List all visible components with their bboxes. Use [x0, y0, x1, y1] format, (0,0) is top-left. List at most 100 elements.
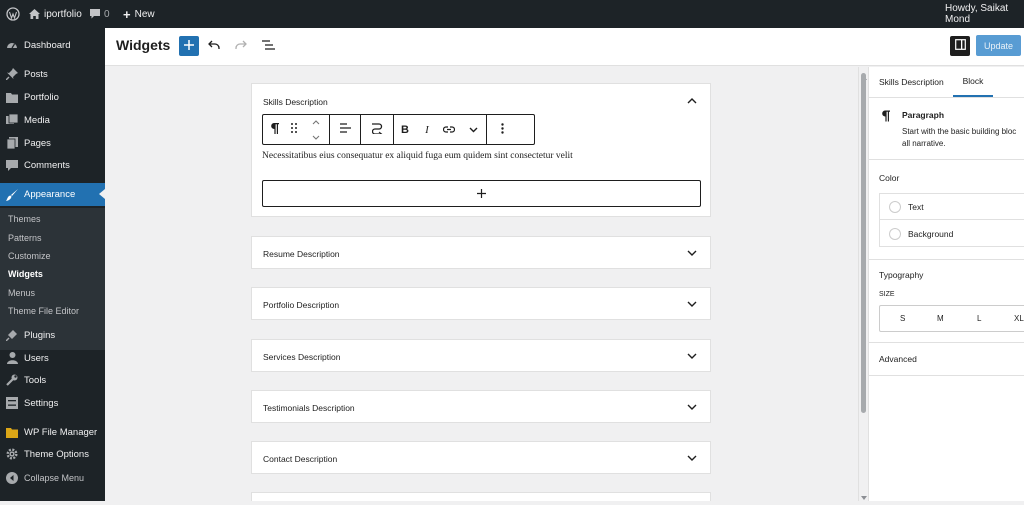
align-button[interactable]: [330, 115, 360, 144]
paragraph-block[interactable]: Necessitatibus eius consequatur ex aliqu…: [262, 151, 573, 161]
site-name-link[interactable]: iportfolio: [29, 0, 82, 28]
chevron-down-icon[interactable]: [686, 247, 698, 259]
comment-icon: [6, 159, 18, 171]
menu-theme-options[interactable]: Theme Options: [0, 443, 105, 465]
toolbar-group-align: [330, 115, 361, 144]
undo-button[interactable]: [206, 38, 222, 54]
widget-area-resume[interactable]: Resume Description: [251, 236, 711, 269]
submenu-patterns[interactable]: Patterns: [0, 229, 105, 247]
account-link[interactable]: Howdy, Saikat Mond: [945, 0, 1024, 28]
submenu-widgets[interactable]: Widgets: [0, 265, 105, 283]
chevron-down-icon[interactable]: [686, 452, 698, 464]
more-vertical-icon: [501, 122, 504, 137]
canvas-scrollbar[interactable]: [858, 67, 868, 501]
paragraph-block-button[interactable]: [263, 115, 285, 144]
drag-handle[interactable]: [285, 115, 303, 144]
admin-sidebar: Dashboard Posts Portfolio Media Pages Co…: [0, 28, 105, 501]
move-block-buttons[interactable]: [303, 115, 329, 144]
menu-portfolio[interactable]: Portfolio: [0, 86, 105, 108]
menu-users[interactable]: Users: [0, 347, 105, 369]
chevron-down-icon[interactable]: [312, 131, 320, 143]
list-view-button[interactable]: [260, 38, 276, 54]
size-option-l[interactable]: L: [977, 306, 981, 331]
block-toolbar: B I: [262, 114, 535, 145]
menu-wp-file-manager[interactable]: WP File Manager: [0, 421, 105, 443]
widget-area-contact[interactable]: Contact Description: [251, 441, 711, 474]
plus-icon: [184, 37, 194, 55]
menu-comments[interactable]: Comments: [0, 154, 105, 176]
sidebar-icon: [954, 37, 966, 55]
menu-label: Tools: [24, 374, 47, 386]
widget-area-testimonials[interactable]: Testimonials Description: [251, 390, 711, 423]
menu-label: Settings: [24, 397, 59, 409]
transform-button[interactable]: [361, 115, 393, 144]
submenu-themes[interactable]: Themes: [0, 210, 105, 228]
tab-block[interactable]: Block: [953, 67, 993, 97]
color-option-background[interactable]: Background: [880, 221, 1024, 247]
menu-settings[interactable]: Settings: [0, 392, 105, 414]
menu-appearance[interactable]: Appearance: [0, 183, 105, 206]
more-formatting-button[interactable]: [460, 115, 486, 144]
menu-media[interactable]: Media: [0, 109, 105, 131]
size-option-m[interactable]: M: [937, 306, 944, 331]
toolbar-group-transform: [361, 115, 394, 144]
chevron-down-icon[interactable]: [686, 350, 698, 362]
new-label: New: [134, 8, 155, 20]
menu-posts[interactable]: Posts: [0, 63, 105, 85]
tab-widget-area[interactable]: Skills Description: [879, 67, 944, 97]
wordpress-logo-icon[interactable]: [6, 0, 20, 28]
color-option-text[interactable]: Text: [880, 194, 1024, 220]
bold-button[interactable]: B: [394, 115, 416, 144]
menu-label: Theme Options: [24, 448, 89, 460]
widget-area-title: Services Description: [263, 352, 341, 362]
redo-button[interactable]: [233, 38, 249, 54]
submenu-theme-file-editor[interactable]: Theme File Editor: [0, 302, 105, 320]
typography-section-title[interactable]: Typography: [879, 270, 923, 280]
page-title: Widgets: [116, 37, 171, 53]
settings-toggle-button[interactable]: [950, 36, 970, 56]
submenu-customize[interactable]: Customize: [0, 247, 105, 265]
color-section-title[interactable]: Color: [879, 173, 899, 183]
toolbar-group-options: [487, 115, 518, 144]
divider: [869, 259, 1024, 260]
menu-collapse[interactable]: Collapse Menu: [0, 467, 105, 489]
chevron-up-icon[interactable]: [312, 116, 320, 128]
widget-area-services[interactable]: Services Description: [251, 339, 711, 372]
drag-handle-icon: [291, 123, 297, 136]
chevron-down-icon[interactable]: [686, 401, 698, 413]
scroll-down-arrow-icon[interactable]: [861, 487, 867, 505]
size-option-xl[interactable]: XL: [1014, 306, 1024, 331]
menu-label: WP File Manager: [24, 426, 98, 438]
toolbar-group-format: B I: [394, 115, 487, 144]
paragraph-icon: [881, 109, 890, 127]
block-name: Paragraph: [902, 110, 945, 120]
menu-dashboard[interactable]: Dashboard: [0, 34, 105, 56]
comments-link[interactable]: 0: [90, 0, 110, 28]
link-button[interactable]: [438, 115, 460, 144]
color-swatch: [889, 200, 901, 213]
menu-label: Posts: [24, 68, 48, 80]
menu-plugins[interactable]: Plugins: [0, 324, 105, 346]
chevron-up-icon[interactable]: [686, 95, 698, 107]
widget-area-title: Testimonials Description: [263, 403, 355, 413]
new-content-link[interactable]: + New: [123, 0, 155, 28]
add-block-button[interactable]: [179, 36, 199, 56]
widget-area-title[interactable]: Skills Description: [263, 97, 328, 107]
divider: [869, 159, 1024, 160]
chevron-down-icon[interactable]: [686, 298, 698, 310]
options-button[interactable]: [487, 115, 518, 144]
pin-icon: [6, 68, 18, 80]
submenu-menus[interactable]: Menus: [0, 284, 105, 302]
italic-button[interactable]: I: [416, 115, 438, 144]
size-option-s[interactable]: S: [900, 306, 905, 331]
scroll-thumb[interactable]: [861, 73, 866, 413]
update-button[interactable]: Update: [976, 35, 1021, 56]
widget-area-portfolio[interactable]: Portfolio Description: [251, 287, 711, 320]
menu-pages[interactable]: Pages: [0, 132, 105, 154]
block-appender-button[interactable]: [262, 180, 701, 207]
widget-area-next[interactable]: [251, 492, 711, 501]
comment-bubble-icon: [90, 9, 100, 19]
collapse-icon: [6, 472, 18, 484]
advanced-section-title[interactable]: Advanced: [879, 354, 917, 364]
menu-tools[interactable]: Tools: [0, 369, 105, 391]
